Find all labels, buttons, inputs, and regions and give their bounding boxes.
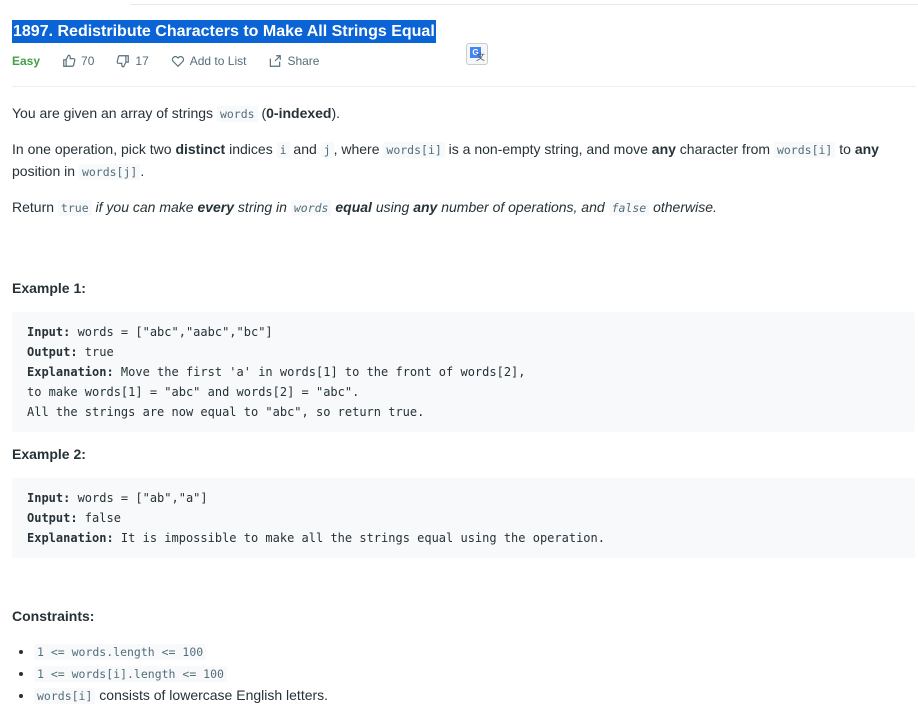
text: position in	[12, 163, 79, 179]
text: if you can make	[91, 199, 198, 215]
value: It is impossible to make all the strings…	[113, 531, 605, 545]
add-to-list-label: Add to List	[189, 54, 247, 68]
example-2-heading: Example 2:	[12, 446, 86, 462]
example-1-heading: Example 1:	[12, 280, 86, 296]
text: .	[140, 163, 145, 179]
value: true	[77, 345, 114, 359]
value: words = ["abc","aabc","bc"]	[70, 325, 273, 339]
inline-code: false	[608, 200, 650, 216]
bold-text: any	[413, 199, 438, 215]
like-button[interactable]: 70	[62, 54, 94, 68]
inline-code: words[i]	[773, 142, 836, 158]
thumbs-down-icon	[116, 55, 130, 68]
problem-description: You are given an array of strings words …	[12, 103, 915, 707]
text: consists of lowercase English letters.	[95, 687, 329, 703]
description-paragraph-1: You are given an array of strings words …	[12, 103, 912, 125]
difficulty-label: Easy	[12, 54, 41, 68]
inline-code: j	[320, 142, 334, 158]
divider	[12, 86, 916, 87]
problem-meta: Easy 70 17 Add to List Share	[12, 54, 341, 68]
text: ).	[331, 105, 341, 121]
inline-code: words[i]	[383, 142, 445, 158]
dislike-button[interactable]: 17	[116, 54, 149, 68]
bold-text: any	[651, 141, 676, 157]
inline-code: 1 <= words.length <= 100	[34, 644, 207, 660]
text: number of operations, and	[437, 199, 609, 215]
inline-code: true	[57, 200, 92, 216]
text: otherwise.	[649, 199, 717, 215]
bold-text: 0-indexed	[266, 105, 332, 121]
text: character from	[675, 141, 774, 157]
label: Output:	[27, 345, 78, 359]
share-button[interactable]: Share	[268, 54, 319, 68]
label: Explanation:	[27, 365, 114, 379]
problem-title: 1897. Redistribute Characters to Make Al…	[12, 20, 436, 43]
italic-text: if you can make every string in words eq…	[91, 199, 717, 216]
bold-text: any	[854, 141, 879, 157]
inline-code: i	[276, 142, 290, 158]
thumbs-up-icon	[63, 54, 76, 67]
value: false	[77, 511, 121, 525]
bold-text: distinct	[175, 141, 226, 157]
share-icon	[270, 55, 282, 67]
example-2-block: Input: words = ["ab","a"] Output: false …	[12, 478, 915, 558]
label: Output:	[27, 511, 78, 525]
translate-x-glyph: 文	[475, 52, 485, 62]
bold-text: every	[197, 199, 235, 215]
label: Input:	[27, 491, 71, 505]
text: using	[371, 199, 414, 215]
text: to	[835, 141, 855, 157]
description-paragraph-2: In one operation, pick two distinct indi…	[12, 139, 912, 183]
inline-code: words[j]	[78, 164, 141, 180]
add-to-list-button[interactable]: Add to List	[171, 54, 247, 68]
share-label: Share	[287, 54, 320, 68]
inline-code: 1 <= words[i].length <= 100	[34, 666, 227, 682]
text: In one operation, pick two	[12, 141, 176, 157]
value: words = ["ab","a"]	[70, 491, 208, 505]
translate-icon[interactable]: G 文	[466, 43, 488, 65]
text: and	[289, 141, 321, 157]
inline-code: words[i]	[34, 688, 96, 704]
heart-icon	[171, 56, 184, 68]
top-bar	[130, 0, 918, 5]
like-count: 70	[81, 54, 95, 68]
constraint-item: words[i] consists of lowercase English l…	[34, 685, 912, 707]
inline-code: words	[290, 200, 332, 216]
inline-code: words	[216, 106, 258, 122]
title-row: 1897. Redistribute Characters to Make Al…	[12, 20, 436, 43]
text: You are given an array of strings	[12, 105, 217, 121]
constraint-item: 1 <= words[i].length <= 100	[34, 663, 912, 685]
text: (	[257, 105, 267, 121]
text: , where	[333, 141, 384, 157]
constraints-heading: Constraints:	[12, 608, 95, 624]
label: Explanation:	[27, 531, 114, 545]
label: Input:	[27, 325, 71, 339]
text: is a non-empty string, and move	[444, 141, 652, 157]
constraints-list: 1 <= words.length <= 100 1 <= words[i].l…	[12, 641, 912, 707]
dislike-count: 17	[135, 54, 149, 68]
text: indices	[225, 141, 277, 157]
text: string in	[234, 199, 291, 215]
text: Return	[12, 199, 58, 215]
description-paragraph-3: Return true if you can make every string…	[12, 197, 912, 219]
constraint-item: 1 <= words.length <= 100	[34, 641, 912, 663]
example-1-block: Input: words = ["abc","aabc","bc"] Outpu…	[12, 312, 915, 432]
bold-text: equal	[335, 199, 372, 215]
